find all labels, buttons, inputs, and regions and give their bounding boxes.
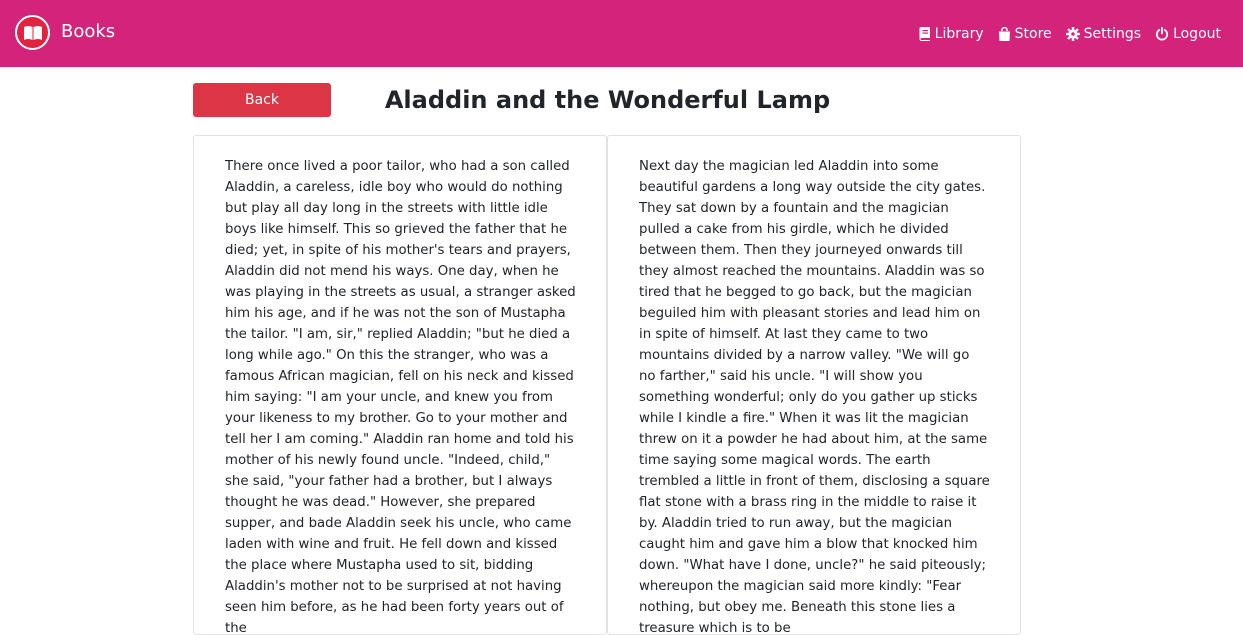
right-page: Next day the magician led Aladdin into s… bbox=[607, 135, 1021, 635]
brand-name[interactable]: Books bbox=[61, 21, 115, 43]
book-title: Aladdin and the Wonderful Lamp bbox=[384, 86, 831, 114]
book-logo-icon[interactable] bbox=[15, 15, 50, 50]
power-icon bbox=[1155, 27, 1169, 41]
shopping-bag-icon bbox=[998, 27, 1011, 41]
left-page: There once lived a poor tailor, who had … bbox=[193, 135, 607, 635]
nav-links: Library Store Settings Logout bbox=[919, 24, 1221, 44]
nav-settings-label: Settings bbox=[1083, 26, 1142, 42]
book-pages: There once lived a poor tailor, who had … bbox=[193, 135, 1021, 635]
left-page-text: There once lived a poor tailor, who had … bbox=[225, 159, 576, 635]
right-page-text: Next day the magician led Aladdin into s… bbox=[639, 159, 990, 635]
back-button[interactable]: Back bbox=[193, 83, 331, 117]
gear-icon bbox=[1065, 27, 1080, 41]
nav-library-label: Library bbox=[934, 26, 984, 42]
nav-logout-label: Logout bbox=[1173, 26, 1221, 42]
nav-store[interactable]: Store bbox=[998, 24, 1052, 44]
book-icon bbox=[919, 27, 931, 41]
nav-library[interactable]: Library bbox=[919, 24, 984, 44]
nav-settings[interactable]: Settings bbox=[1065, 24, 1142, 44]
top-navbar: Books Library Store Settings Logout bbox=[0, 0, 1243, 67]
nav-logout[interactable]: Logout bbox=[1155, 24, 1221, 44]
nav-store-label: Store bbox=[1014, 26, 1052, 42]
